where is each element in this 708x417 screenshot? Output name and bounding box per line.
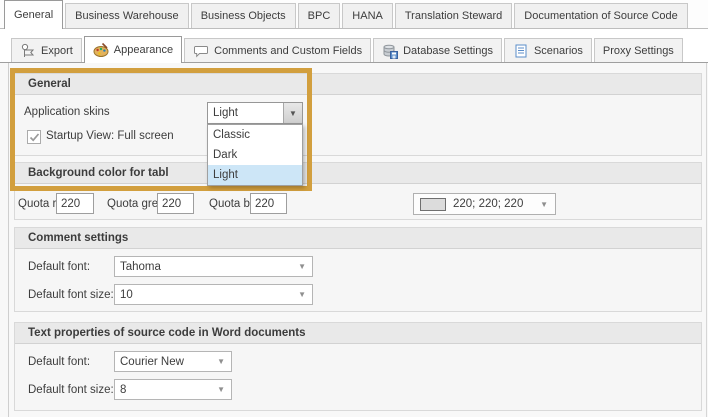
chevron-down-icon: ▼ <box>298 290 312 299</box>
color-combo-value: 220; 220; 220 <box>453 198 523 210</box>
checkmark-icon <box>29 132 40 143</box>
scenarios-list-icon <box>513 43 529 59</box>
tab-export[interactable]: Export <box>11 38 82 62</box>
startup-fullscreen-checkbox[interactable] <box>27 130 41 144</box>
word-default-font-size-label: Default font size: <box>28 384 114 396</box>
word-default-font-size-combo[interactable]: 8 ▼ <box>114 379 232 400</box>
secondary-tab-bar: Export Appearance Comments and Custom Fi… <box>0 36 708 63</box>
chevron-down-icon: ▼ <box>540 200 555 209</box>
startup-fullscreen-label: Startup View: Full screen <box>46 130 174 142</box>
tab-label: Comments and Custom Fields <box>214 45 362 57</box>
tab-proxy-settings[interactable]: Proxy Settings <box>594 38 683 62</box>
word-text-properties-group-title: Text properties of source code in Word d… <box>15 323 701 344</box>
tab-comments-and-custom-fields[interactable]: Comments and Custom Fields <box>184 38 371 62</box>
combo-dropdown-button[interactable]: ▼ <box>283 103 302 123</box>
database-save-icon <box>382 43 398 59</box>
tab-label: Database Settings <box>403 45 493 57</box>
chevron-down-icon: ▼ <box>217 357 231 366</box>
general-group-title: General <box>15 74 701 95</box>
tab-documentation-of-source-code[interactable]: Documentation of Source Code <box>514 3 687 28</box>
word-default-font-size-value: 8 <box>120 384 126 396</box>
word-default-font-label: Default font: <box>28 356 90 368</box>
palette-icon <box>93 42 109 58</box>
tab-label: Export <box>41 45 73 57</box>
tab-business-objects[interactable]: Business Objects <box>191 3 296 28</box>
panel-left-border <box>8 63 9 417</box>
options-window: General Business Warehouse Business Obje… <box>0 0 708 417</box>
comment-default-font-size-combo[interactable]: 10 ▼ <box>114 284 313 305</box>
comment-bubble-icon <box>193 43 209 59</box>
general-group: General <box>14 73 702 156</box>
comment-default-font-label: Default font: <box>28 261 90 273</box>
tab-label: Scenarios <box>534 45 583 57</box>
tab-bpc[interactable]: BPC <box>298 3 341 28</box>
application-skins-label: Application skins <box>24 106 110 118</box>
export-flag-icon <box>20 43 36 59</box>
chevron-down-icon: ▼ <box>298 262 312 271</box>
tab-scenarios[interactable]: Scenarios <box>504 38 592 62</box>
application-skins-value: Light <box>208 103 283 123</box>
panel-right-border <box>706 63 707 417</box>
dropdown-option-dark[interactable]: Dark <box>208 145 302 165</box>
tab-business-warehouse[interactable]: Business Warehouse <box>65 3 189 28</box>
word-default-font-value: Courier New <box>120 356 184 368</box>
dropdown-option-classic[interactable]: Classic <box>208 125 302 145</box>
chevron-down-icon: ▼ <box>289 109 297 118</box>
comment-default-font-value: Tahoma <box>120 261 161 273</box>
tab-appearance[interactable]: Appearance <box>84 36 182 63</box>
quota-green-input[interactable] <box>157 193 194 214</box>
tab-translation-steward[interactable]: Translation Steward <box>395 3 512 28</box>
tab-label: Appearance <box>114 44 173 56</box>
quota-blue-input[interactable] <box>250 193 287 214</box>
color-swatch <box>420 198 446 211</box>
comment-default-font-size-value: 10 <box>120 289 133 301</box>
comment-default-font-combo[interactable]: Tahoma ▼ <box>114 256 313 277</box>
background-color-group-title: Background color for tabl <box>15 163 701 184</box>
tab-general[interactable]: General <box>4 0 63 29</box>
tab-database-settings[interactable]: Database Settings <box>373 38 502 62</box>
tab-label: Proxy Settings <box>603 45 674 57</box>
background-color-combo[interactable]: 220; 220; 220 ▼ <box>413 193 556 215</box>
skins-dropdown-list: Classic Dark Light <box>207 124 303 186</box>
application-skins-combo[interactable]: Light ▼ <box>207 102 303 124</box>
comment-settings-group-title: Comment settings <box>15 228 701 249</box>
quota-red-input[interactable] <box>56 193 94 214</box>
word-default-font-combo[interactable]: Courier New ▼ <box>114 351 232 372</box>
dropdown-option-light[interactable]: Light <box>208 165 302 185</box>
primary-tab-bar: General Business Warehouse Business Obje… <box>0 0 708 29</box>
background-color-group: Background color for tabl <box>14 162 702 220</box>
chevron-down-icon: ▼ <box>217 385 231 394</box>
comment-default-font-size-label: Default font size: <box>28 289 114 301</box>
tab-hana[interactable]: HANA <box>342 3 393 28</box>
